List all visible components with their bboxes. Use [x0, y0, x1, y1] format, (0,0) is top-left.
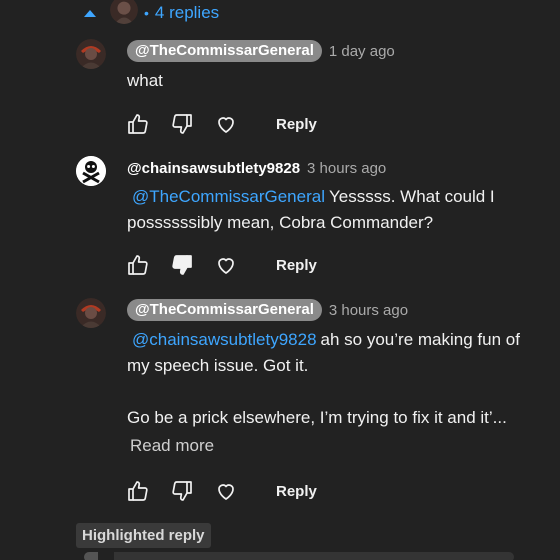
author-name[interactable]: @chainsawsubtlety9828: [127, 160, 300, 177]
replies-count-label: 4 replies: [154, 3, 220, 22]
author-name[interactable]: @TheCommissarGeneral: [127, 40, 322, 62]
avatar: [110, 0, 138, 24]
author-name[interactable]: @TheCommissarGeneral: [127, 299, 322, 321]
reply-button[interactable]: Reply: [276, 483, 317, 500]
thumbs-down-icon[interactable]: [168, 110, 196, 138]
avatar[interactable]: [76, 298, 106, 328]
comment-text-continued: Go be a prick elsewhere, I’m trying to f…: [127, 408, 507, 427]
mention-link[interactable]: @TheCommissarGeneral: [132, 187, 325, 206]
thumbs-down-icon[interactable]: [168, 477, 196, 505]
mention-link[interactable]: @chainsawsubtlety9828: [132, 330, 317, 349]
heart-icon[interactable]: [212, 477, 240, 505]
read-more-button[interactable]: Read more: [130, 436, 214, 456]
thumbs-up-icon[interactable]: [124, 110, 152, 138]
separator-dot: •: [144, 5, 149, 21]
avatar[interactable]: [76, 39, 106, 69]
comment-timestamp[interactable]: 3 hours ago: [329, 302, 408, 319]
comment-timestamp[interactable]: 3 hours ago: [307, 160, 386, 177]
next-comment-preview: [84, 552, 514, 560]
comment-actions: Reply: [124, 251, 317, 279]
replies-toggle[interactable]: • 4 replies: [84, 0, 219, 26]
reply-button[interactable]: Reply: [276, 116, 317, 133]
comment-actions: Reply: [124, 477, 317, 505]
comment-timestamp[interactable]: 1 day ago: [329, 43, 395, 60]
reply-button[interactable]: Reply: [276, 257, 317, 274]
heart-icon[interactable]: [212, 110, 240, 138]
heart-icon[interactable]: [212, 251, 240, 279]
comment-actions: Reply: [124, 110, 317, 138]
caret-up-icon: [84, 9, 96, 17]
thumbs-down-icon[interactable]: [168, 251, 196, 279]
comment-text: what: [127, 71, 163, 90]
highlighted-reply-badge: Highlighted reply: [76, 523, 211, 548]
thumbs-up-icon[interactable]: [124, 477, 152, 505]
avatar[interactable]: [76, 156, 106, 186]
thumbs-up-icon[interactable]: [124, 251, 152, 279]
